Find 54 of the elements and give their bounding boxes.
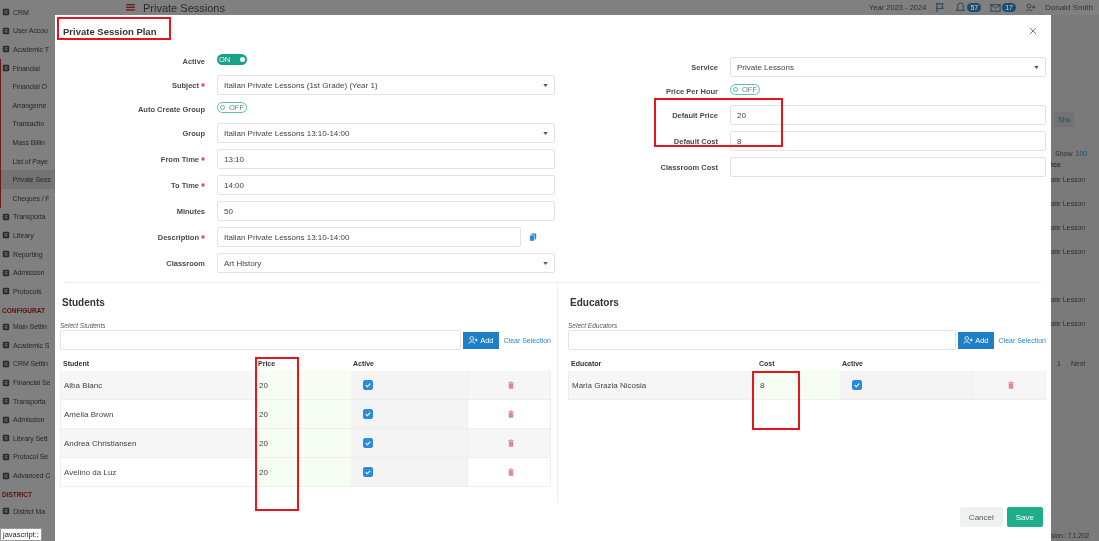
section-title: Students xyxy=(61,297,106,310)
bell-icon xyxy=(955,2,967,13)
input-field[interactable]: 13:10 xyxy=(217,149,555,169)
table-cell-text: Amelia Brown xyxy=(63,408,115,421)
input-field[interactable] xyxy=(60,330,462,350)
dropdown[interactable]: Private Lessons xyxy=(730,57,1046,77)
trash-icon xyxy=(507,410,514,418)
input-field[interactable] xyxy=(730,157,1046,177)
dropdown[interactable]: Italian Private Lessons (1st Grade) (Year 1) xyxy=(217,75,555,95)
checkbox[interactable] xyxy=(363,438,373,448)
close-icon xyxy=(1029,27,1037,35)
editable-cell[interactable]: 20 xyxy=(256,400,351,428)
section-title: Educators xyxy=(569,297,620,310)
dropdown[interactable]: Art History xyxy=(217,253,555,273)
page-title: Private Sessions xyxy=(143,1,225,14)
user-name[interactable]: Donald Smith xyxy=(1044,3,1093,12)
add-user-icon xyxy=(468,336,479,344)
trash-icon xyxy=(507,439,514,447)
editable-cell[interactable]: 20 xyxy=(256,371,351,399)
copy-icon xyxy=(529,232,537,242)
caret-icon xyxy=(543,131,548,135)
input-field[interactable] xyxy=(568,330,957,350)
trash-icon xyxy=(507,381,514,389)
caret-icon xyxy=(1034,65,1039,69)
dialog-title: Private Session Plan xyxy=(63,25,157,37)
input-field[interactable]: 50 xyxy=(217,201,555,221)
table-cell: Andrea Christiansen xyxy=(61,429,256,457)
checkbox[interactable] xyxy=(363,467,373,477)
save-button[interactable]: Save xyxy=(1006,507,1043,527)
checkbox[interactable] xyxy=(852,380,862,390)
menu-icon xyxy=(126,4,135,11)
editable-cell[interactable]: 20 xyxy=(256,429,351,457)
envelope-icon xyxy=(990,2,1002,13)
input-field[interactable]: 14:00 xyxy=(217,175,555,195)
dropdown[interactable]: Italian Private Lessons 13:10-14:00 xyxy=(217,123,555,143)
editable-cell[interactable]: 20 xyxy=(256,458,351,486)
table-cell: Alba Blanc xyxy=(61,371,256,399)
checkbox[interactable] xyxy=(363,380,373,390)
editable-cell[interactable]: 8 xyxy=(757,371,840,399)
highlight-frame xyxy=(752,371,800,430)
trash-icon xyxy=(1007,381,1014,389)
add-user-icon xyxy=(963,336,974,344)
trash-icon xyxy=(507,468,514,476)
input-field[interactable]: Italian Private Lessons 13:10-14:00 xyxy=(217,227,521,247)
table-cell: Maria Grazia Nicosia xyxy=(569,371,757,399)
input-field[interactable]: 8 xyxy=(730,131,1046,151)
checkbox[interactable] xyxy=(363,409,373,419)
person-add-icon xyxy=(1024,2,1036,13)
flag-icon xyxy=(935,2,947,13)
cancel-button[interactable]: Cancel xyxy=(959,507,1003,527)
input-field[interactable]: 20 xyxy=(730,105,1046,125)
caret-icon xyxy=(543,83,548,87)
caret-icon xyxy=(543,261,548,265)
table-cell-text: Avelino da Luz xyxy=(63,466,118,479)
